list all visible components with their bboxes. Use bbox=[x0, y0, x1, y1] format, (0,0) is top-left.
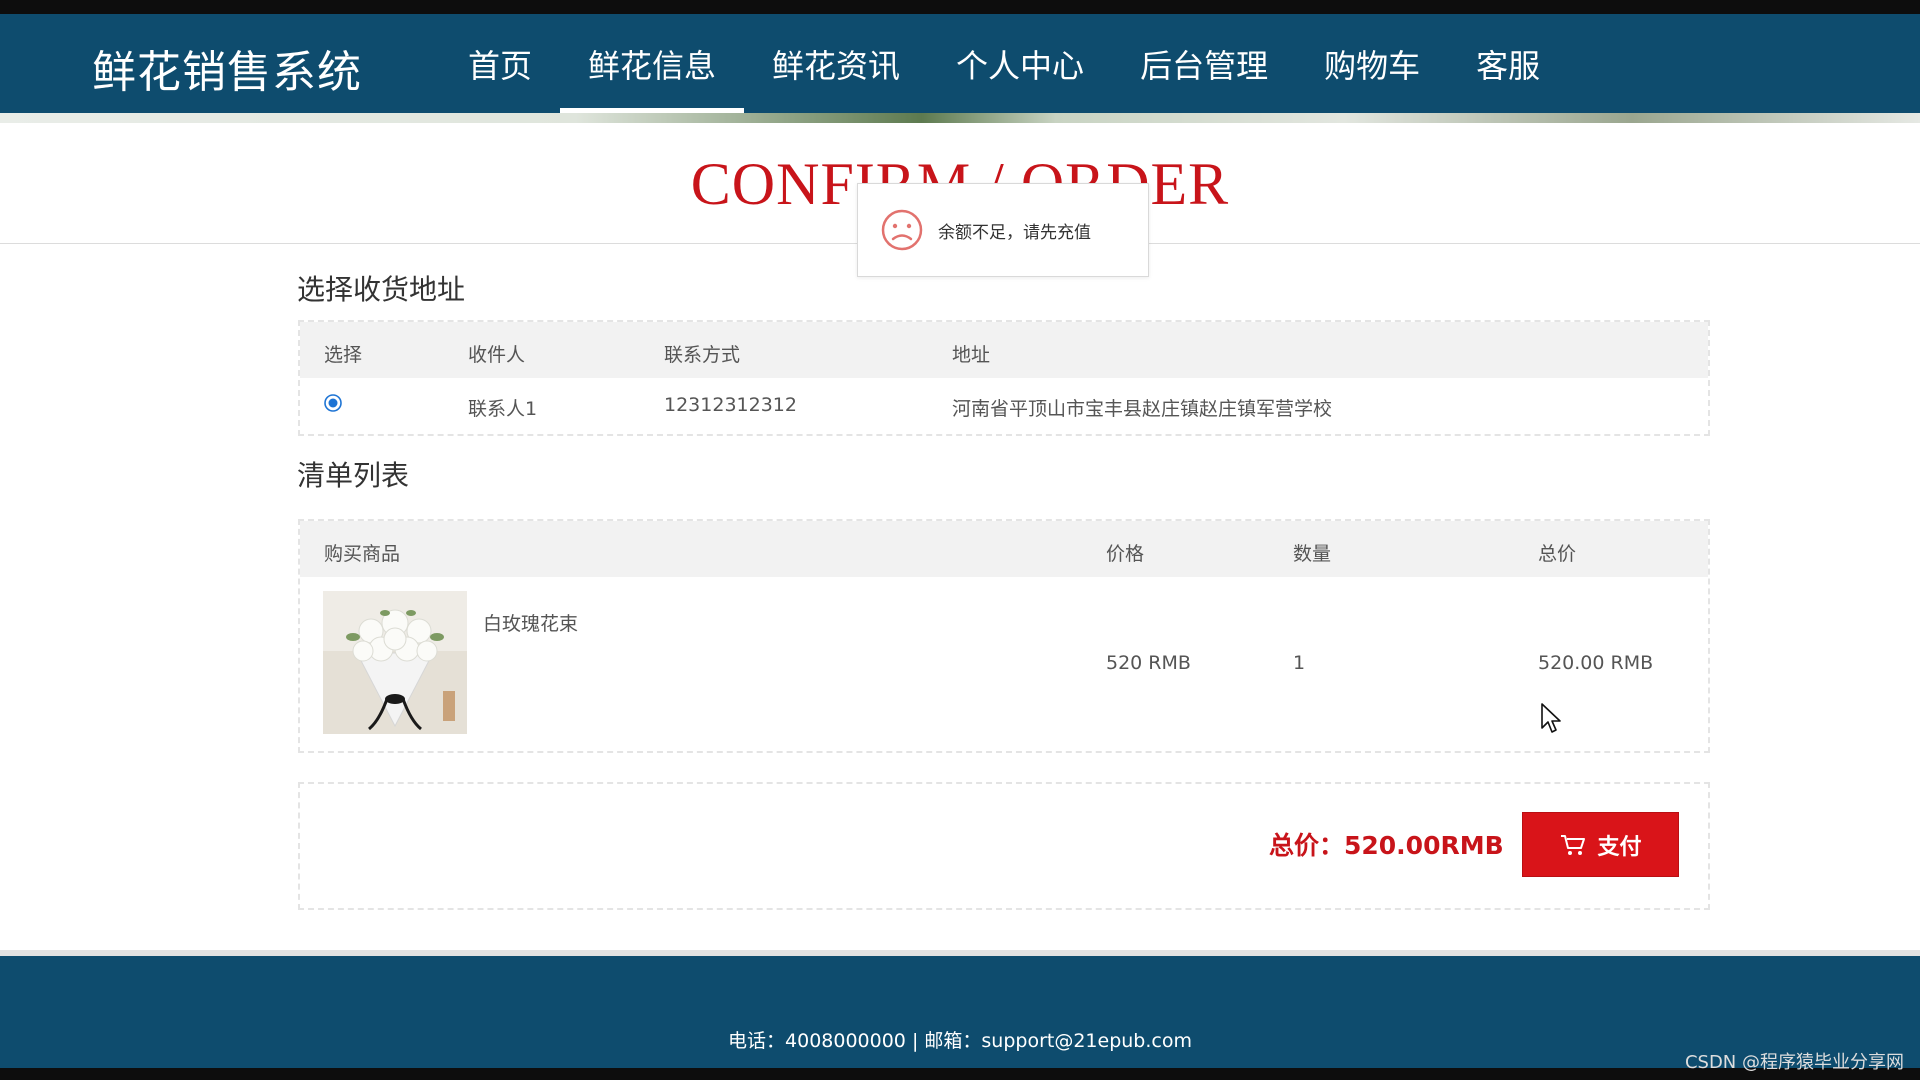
order-table-header: 购买商品 价格 数量 总价 bbox=[300, 521, 1708, 577]
pay-button-label: 支付 bbox=[1597, 834, 1642, 860]
order-total: 总价：520.00RMB bbox=[1269, 831, 1504, 860]
order-list-table: 购买商品 价格 数量 总价 白玫瑰花束 520 RMB 1 520.00 RMB bbox=[298, 519, 1710, 753]
order-header-product: 购买商品 bbox=[324, 543, 401, 565]
nav-item-flower-news[interactable]: 鲜花资讯 bbox=[744, 14, 928, 113]
address-radio-selected[interactable] bbox=[324, 394, 342, 412]
table-row: 白玫瑰花束 520 RMB 1 520.00 RMB bbox=[300, 577, 1708, 747]
product-name[interactable]: 白玫瑰花束 bbox=[483, 609, 578, 636]
product-quantity: 1 bbox=[1293, 652, 1306, 674]
order-header-subtotal: 总价 bbox=[1538, 543, 1577, 565]
site-brand[interactable]: 鲜花销售系统 bbox=[92, 36, 362, 100]
footer-contact: 电话：4008000000 | 邮箱：support@21epub.com bbox=[728, 1030, 1192, 1052]
pay-button[interactable]: 支付 bbox=[1522, 812, 1679, 877]
address-header-recipient: 收件人 bbox=[468, 344, 526, 366]
nav-item-cart[interactable]: 购物车 bbox=[1296, 14, 1448, 113]
site-footer bbox=[0, 950, 1920, 1074]
product-price: 520 RMB bbox=[1106, 652, 1191, 674]
white-rose-bouquet-image bbox=[323, 591, 467, 734]
table-row: 联系人1 12312312312 河南省平顶山市宝丰县赵庄镇赵庄镇军营学校 bbox=[300, 378, 1708, 432]
nav-menu: 首页 鲜花信息 鲜花资讯 个人中心 后台管理 购物车 客服 bbox=[440, 14, 1568, 113]
top-black-bar bbox=[0, 0, 1920, 14]
nav-item-home[interactable]: 首页 bbox=[440, 14, 560, 113]
address-section-title: 选择收货地址 bbox=[297, 273, 466, 306]
address-header-select: 选择 bbox=[324, 344, 363, 366]
address-header-address: 地址 bbox=[952, 344, 991, 366]
address-table-header: 选择 收件人 联系方式 地址 bbox=[300, 322, 1708, 378]
order-header-price: 价格 bbox=[1106, 543, 1145, 565]
main-navbar: 鲜花销售系统 首页 鲜花信息 鲜花资讯 个人中心 后台管理 购物车 客服 bbox=[0, 14, 1920, 113]
error-toast: 余额不足，请先充值 bbox=[857, 183, 1149, 277]
nav-item-personal-center[interactable]: 个人中心 bbox=[928, 14, 1112, 113]
toast-message: 余额不足，请先充值 bbox=[938, 222, 1091, 243]
watermark: CSDN @程序猿毕业分享网 bbox=[1684, 1052, 1904, 1073]
address-contact: 12312312312 bbox=[664, 394, 797, 416]
order-list-section-title: 清单列表 bbox=[297, 459, 410, 492]
sad-face-icon bbox=[881, 209, 923, 251]
address-recipient: 联系人1 bbox=[468, 398, 538, 420]
product-image[interactable] bbox=[323, 591, 467, 734]
banner-image-strip bbox=[0, 113, 1920, 123]
nav-item-admin[interactable]: 后台管理 bbox=[1112, 14, 1296, 113]
mouse-cursor-icon bbox=[1541, 703, 1561, 733]
address-detail: 河南省平顶山市宝丰县赵庄镇赵庄镇军营学校 bbox=[952, 398, 1333, 420]
nav-item-support[interactable]: 客服 bbox=[1448, 14, 1568, 113]
bottom-black-bar bbox=[0, 1068, 1920, 1080]
nav-item-flower-info[interactable]: 鲜花信息 bbox=[560, 14, 745, 113]
address-header-contact: 联系方式 bbox=[664, 344, 741, 366]
product-subtotal: 520.00 RMB bbox=[1538, 652, 1654, 674]
cart-icon bbox=[1561, 834, 1586, 855]
order-header-quantity: 数量 bbox=[1293, 543, 1332, 565]
address-table: 选择 收件人 联系方式 地址 联系人1 12312312312 河南省平顶山市宝… bbox=[298, 320, 1710, 436]
